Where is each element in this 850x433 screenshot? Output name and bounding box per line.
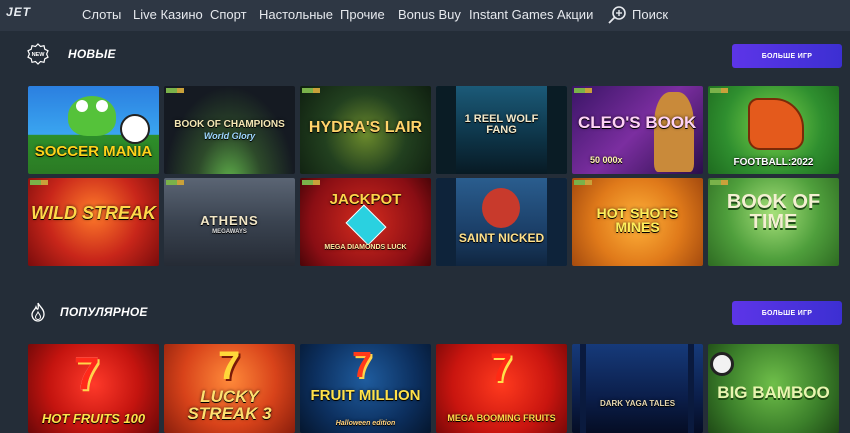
game-tile-wolf-fang[interactable]: 1 REEL WOLF FANG xyxy=(436,86,567,174)
game-tile-book-of-time[interactable]: BOOK OF TIME xyxy=(708,178,839,266)
flame-icon xyxy=(31,302,45,322)
game-tile-hot-shots-mines[interactable]: HOT SHOTS MINES xyxy=(572,178,703,266)
game-tile-mega-diamonds-luck[interactable]: JACKPOT MEGA DIAMONDS LUCK xyxy=(300,178,431,266)
game-tile-fruit-million[interactable]: 7 FRUIT MILLION Halloween edition xyxy=(300,344,431,433)
game-title: FOOTBALL:2022 xyxy=(733,157,814,168)
game-title: HOT SHOTS MINES xyxy=(596,205,679,235)
game-subtitle: MEGAWAYS xyxy=(212,229,247,235)
search-icon[interactable] xyxy=(607,5,629,25)
game-tile-hot-fruits-100[interactable]: 7 HOT FRUITS 100 xyxy=(28,344,159,433)
new-flag xyxy=(574,88,592,93)
nav-item-table[interactable]: Настольные xyxy=(259,7,333,22)
nav-item-sport[interactable]: Спорт xyxy=(210,7,247,22)
new-flag xyxy=(30,180,48,185)
more-games-button-popular[interactable]: БОЛЬШЕ ИГР xyxy=(732,301,842,325)
game-title: LUCKY STREAK 3 xyxy=(187,387,272,423)
new-flag xyxy=(302,88,320,93)
game-title: HYDRA'S LAIR xyxy=(308,119,423,136)
game-tile-book-of-champions[interactable]: BOOK OF CHAMPIONS World Glory xyxy=(164,86,295,174)
game-tile-dark-yaga-tales[interactable]: DARK YAGA TALES xyxy=(572,344,703,433)
game-title: HOT FRUITS 100 xyxy=(41,411,146,426)
new-flag xyxy=(166,88,184,93)
game-title: FRUIT MILLION xyxy=(310,387,421,404)
game-subtitle: 50 000x xyxy=(590,155,623,165)
seven-symbol: 7 xyxy=(490,346,513,390)
game-title: BOOK OF TIME xyxy=(726,191,821,233)
new-flag xyxy=(710,180,728,185)
game-tile-football-2022[interactable]: FOOTBALL:2022 xyxy=(708,86,839,174)
game-title: SOCCER MANIA xyxy=(34,143,153,160)
new-badge-text: NEW xyxy=(32,52,46,58)
game-tile-hydras-lair[interactable]: HYDRA'S LAIR xyxy=(300,86,431,174)
game-tile-soccer-mania[interactable]: SOCCER MANIA xyxy=(28,86,159,174)
game-title: MEGA BOOMING FRUITS xyxy=(447,413,556,423)
nav-item-instant-games[interactable]: Instant Games xyxy=(469,7,554,22)
nav-search[interactable]: Поиск xyxy=(632,7,668,22)
game-tile-athens[interactable]: ATHENS MEGAWAYS xyxy=(164,178,295,266)
game-subtitle: MEGA DIAMONDS LUCK xyxy=(324,244,407,251)
game-tile-big-bamboo[interactable]: BIG BAMBOO xyxy=(708,344,839,433)
new-flag xyxy=(574,180,592,185)
game-tile-saint-nicked[interactable]: SAINT NICKED xyxy=(436,178,567,266)
game-subtitle: World Glory xyxy=(203,131,256,141)
brand-logo[interactable]: JET xyxy=(6,5,31,19)
section-title-new: НОВЫЕ xyxy=(68,47,116,61)
game-title: SAINT NICKED xyxy=(458,231,545,245)
nav-item-bonus-buy[interactable]: Bonus Buy xyxy=(398,7,461,22)
game-title: CLEO'S BOOK xyxy=(578,113,697,132)
game-subtitle: Halloween edition xyxy=(335,420,396,427)
game-title: JACKPOT xyxy=(329,191,402,208)
game-title: WILD STREAK xyxy=(31,203,156,223)
seven-symbol: 7 xyxy=(74,347,100,399)
seven-symbol: 7 xyxy=(218,344,241,388)
section-title-popular: ПОПУЛЯРНОЕ xyxy=(60,305,148,319)
top-nav: JET Слоты Live Казино Спорт Настольные П… xyxy=(0,0,850,31)
game-tile-lucky-streak-3[interactable]: 7 LUCKY STREAK 3 xyxy=(164,344,295,433)
game-title: DARK YAGA TALES xyxy=(599,399,676,408)
nav-item-live-casino[interactable]: Live Казино xyxy=(133,7,203,22)
new-flag xyxy=(302,180,320,185)
game-tile-wild-streak[interactable]: WILD STREAK xyxy=(28,178,159,266)
game-title: ATHENS xyxy=(200,213,259,228)
nav-item-other[interactable]: Прочие xyxy=(340,7,385,22)
seven-symbol: 7 xyxy=(352,344,373,385)
nav-item-slots[interactable]: Слоты xyxy=(82,7,121,22)
new-flag xyxy=(166,180,184,185)
game-title: BIG BAMBOO xyxy=(717,383,830,402)
game-title: 1 REEL WOLF FANG xyxy=(464,113,539,136)
nav-item-promotions[interactable]: Акции xyxy=(557,7,593,22)
game-tile-mega-booming-fruits[interactable]: 7 MEGA BOOMING FRUITS xyxy=(436,344,567,433)
new-badge-icon: NEW xyxy=(27,43,49,65)
game-title: BOOK OF CHAMPIONS xyxy=(174,119,285,130)
game-tile-cleos-book[interactable]: CLEO'S BOOK 50 000x xyxy=(572,86,703,174)
new-flag xyxy=(710,88,728,93)
more-games-button-new[interactable]: БОЛЬШЕ ИГР xyxy=(732,44,842,68)
